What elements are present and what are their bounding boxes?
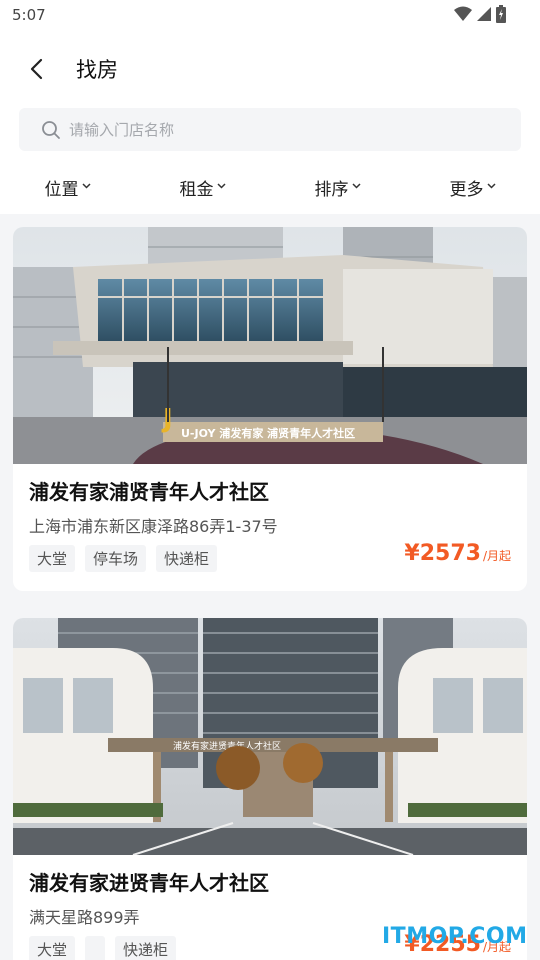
svg-text:J: J — [161, 404, 173, 434]
listing-list: U-JOY 浦发有家 浦贤青年人才社区 J 浦发有家浦贤青年人才社区 上海市浦东… — [0, 214, 540, 960]
amenity-tag — [85, 936, 106, 960]
search-bar[interactable] — [19, 108, 521, 151]
listing-photo: U-JOY 浦发有家 浦贤青年人才社区 J — [13, 227, 527, 464]
price-amount: ¥2573 — [404, 541, 481, 566]
listing-name: 浦发有家浦贤青年人才社区 — [29, 480, 269, 504]
listing-name: 浦发有家进贤青年人才社区 — [29, 871, 269, 895]
listing-address: 上海市浦东新区康泽路86弄1-37号 — [29, 517, 278, 536]
listing-price: ¥2573 /月起 — [404, 541, 511, 566]
amenity-tag: 大堂 — [29, 936, 76, 960]
listing-address: 满天星路899弄 — [29, 908, 140, 927]
amenity-tag: 停车场 — [85, 545, 147, 572]
listing-tags: 大堂 停车场 快递柜 — [29, 545, 218, 572]
listing-card[interactable]: 浦发有家进贤青年人才社区 浦发有家进贤青年人才社区 满天星路899弄 大堂 快递… — [13, 618, 527, 960]
filter-rent-label: 租金 — [179, 179, 214, 200]
filter-location[interactable]: 位置 — [0, 170, 135, 204]
price-unit: /月起 — [482, 549, 511, 563]
battery-icon — [496, 5, 506, 23]
filter-rent[interactable]: 租金 — [135, 170, 270, 204]
page-title: 找房 — [76, 58, 118, 82]
listing-tags: 大堂 快递柜 — [29, 936, 177, 960]
filter-more-label: 更多 — [449, 179, 484, 200]
chevron-down-icon — [486, 183, 496, 189]
status-time: 5:07 — [12, 6, 46, 24]
listing-card[interactable]: U-JOY 浦发有家 浦贤青年人才社区 J 浦发有家浦贤青年人才社区 上海市浦东… — [13, 227, 527, 591]
filter-bar: 位置 租金 排序 更多 — [0, 170, 540, 204]
filter-sort-label: 排序 — [314, 179, 349, 200]
search-icon — [42, 121, 60, 139]
signal-icon — [477, 7, 491, 21]
watermark: ITMOP.COM — [382, 924, 528, 949]
chevron-down-icon — [81, 183, 91, 189]
chevron-down-icon — [351, 183, 361, 189]
status-bar: 5:07 — [0, 0, 540, 30]
sign-text: U-JOY 浦发有家 浦贤青年人才社区 — [181, 426, 355, 440]
back-button[interactable] — [22, 54, 52, 84]
filter-more[interactable]: 更多 — [405, 170, 540, 204]
back-arrow-icon — [30, 58, 43, 80]
amenity-tag: 快递柜 — [156, 545, 218, 572]
filter-sort[interactable]: 排序 — [270, 170, 405, 204]
chevron-down-icon — [216, 183, 226, 189]
amenity-tag: 大堂 — [29, 545, 76, 572]
wifi-icon — [454, 6, 472, 21]
header: 找房 — [0, 40, 540, 96]
amenity-tag: 快递柜 — [115, 936, 177, 960]
filter-location-label: 位置 — [44, 179, 79, 200]
listing-photo: 浦发有家进贤青年人才社区 — [13, 618, 527, 855]
status-icons — [454, 5, 506, 23]
search-input[interactable] — [69, 108, 499, 151]
